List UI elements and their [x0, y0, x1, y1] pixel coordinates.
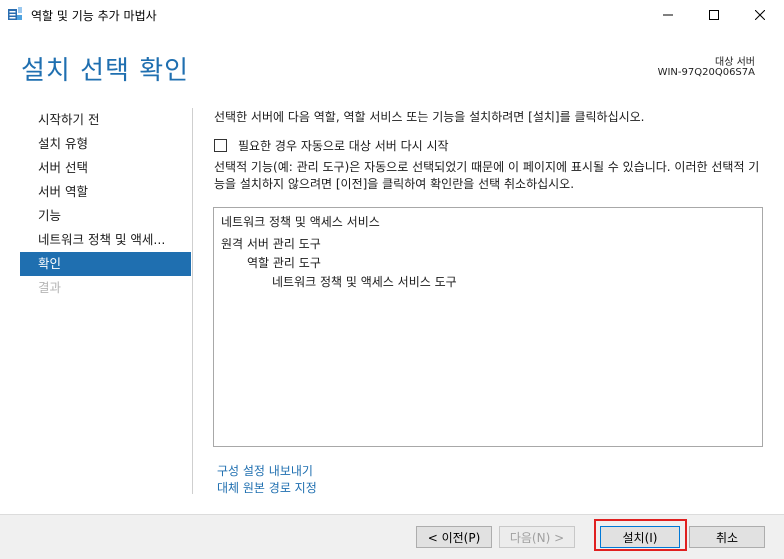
feature-item-npas: 네트워크 정책 및 액세스 서비스 [221, 215, 380, 229]
restart-checkbox-label[interactable]: 필요한 경우 자동으로 대상 서버 다시 시작 [238, 137, 449, 154]
maximize-icon [709, 10, 719, 20]
nav-item-network-policy[interactable]: 네트워크 정책 및 액세... [20, 228, 191, 252]
previous-button[interactable]: < 이전(P) [416, 526, 492, 548]
window-title: 역할 및 기능 추가 마법사 [31, 9, 157, 23]
minimize-icon [663, 14, 673, 16]
target-server-label: 대상 서버 [715, 57, 755, 68]
install-button[interactable]: 설치(I) [600, 526, 680, 548]
wizard-nav: 시작하기 전 설치 유형 서버 선택 서버 역할 기능 네트워크 정책 및 액세… [20, 108, 191, 300]
server-manager-icon [7, 6, 23, 22]
page-title: 설치 선택 확인 [21, 56, 190, 86]
feature-list: 네트워크 정책 및 액세스 서비스 원격 서버 관리 도구 역할 관리 도구 네… [213, 207, 763, 447]
nav-item-results: 결과 [38, 280, 62, 295]
nav-item-installation-type[interactable]: 설치 유형 [20, 132, 191, 156]
restart-option[interactable]: 필요한 경우 자동으로 대상 서버 다시 시작 [214, 137, 449, 154]
feature-item-rsat: 원격 서버 관리 도구 [221, 237, 321, 251]
nav-item-confirmation[interactable]: 확인 [20, 252, 191, 276]
export-settings-link[interactable]: 구성 설정 내보내기 [217, 462, 313, 479]
maximize-button[interactable] [691, 0, 737, 30]
title-bar: 역할 및 기능 추가 마법사 [0, 0, 784, 30]
next-button: 다음(N) > [499, 526, 575, 548]
target-server-name: WIN-97Q20Q06S7A [657, 67, 755, 78]
nav-item-server-roles[interactable]: 서버 역할 [20, 180, 191, 204]
close-icon [755, 10, 765, 20]
close-button[interactable] [737, 0, 783, 30]
intro-text: 선택한 서버에 다음 역할, 역할 서비스 또는 기능을 설치하려면 [설치]를… [214, 110, 645, 124]
feature-item-npas-tools: 네트워크 정책 및 액세스 서비스 도구 [272, 275, 457, 289]
nav-item-features[interactable]: 기능 [20, 204, 191, 228]
restart-checkbox[interactable] [214, 139, 227, 152]
nav-item-server-selection[interactable]: 서버 선택 [20, 156, 191, 180]
nav-divider [192, 108, 193, 494]
nav-item-before-you-begin[interactable]: 시작하기 전 [20, 108, 191, 132]
minimize-button[interactable] [645, 0, 691, 30]
alternate-source-link[interactable]: 대체 원본 경로 지정 [217, 479, 317, 496]
optional-features-note: 선택적 기능(예: 관리 도구)은 자동으로 선택되었기 때문에 이 페이지에 … [214, 160, 760, 191]
cancel-button[interactable]: 취소 [689, 526, 765, 548]
feature-item-role-admin-tools: 역할 관리 도구 [247, 256, 321, 270]
